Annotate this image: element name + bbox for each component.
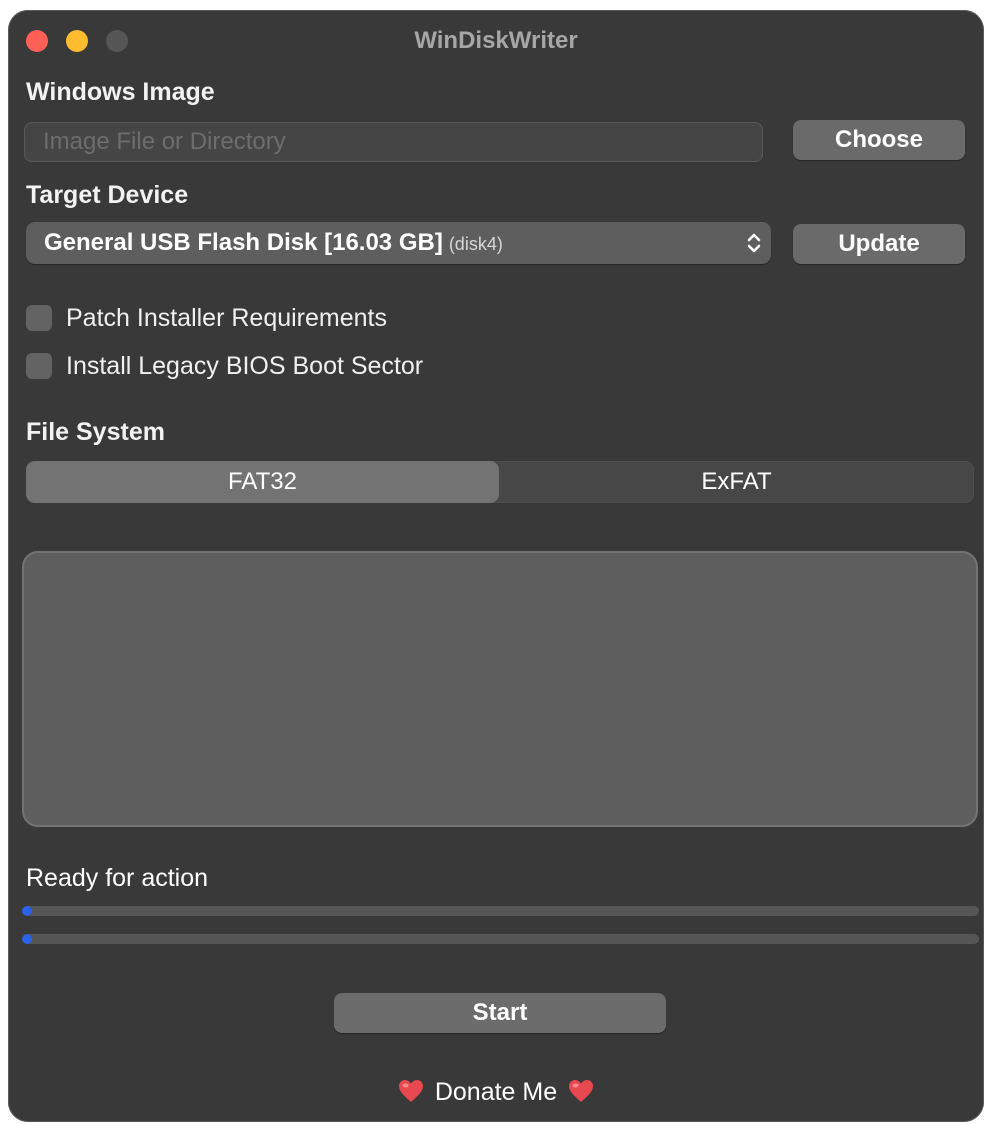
selected-device-id: (disk4) xyxy=(448,234,503,254)
status-label: Ready for action xyxy=(26,864,209,892)
start-button[interactable]: Start xyxy=(334,993,666,1033)
windows-image-label: Windows Image xyxy=(26,78,215,106)
heart-icon xyxy=(569,1080,594,1102)
selected-device-name: General USB Flash Disk [16.03 GB] xyxy=(44,229,443,256)
donate-link[interactable]: Donate Me xyxy=(8,1078,984,1107)
window-title: WinDiskWriter xyxy=(414,27,578,54)
log-text-area[interactable] xyxy=(22,551,978,827)
choose-button[interactable]: Choose xyxy=(793,120,965,160)
legacy-bios-checkbox[interactable] xyxy=(26,353,52,379)
segment-fat32[interactable]: FAT32 xyxy=(26,461,499,503)
file-system-label: File System xyxy=(26,418,165,446)
progress-bar-primary xyxy=(22,906,979,916)
update-button[interactable]: Update xyxy=(793,224,965,264)
app-window: WinDiskWriter Windows Image Image File o… xyxy=(8,10,984,1122)
progress-fill-primary xyxy=(22,906,32,916)
legacy-bios-label: Install Legacy BIOS Boot Sector xyxy=(66,352,424,380)
image-path-placeholder: Image File or Directory xyxy=(43,128,286,155)
target-device-label: Target Device xyxy=(26,181,189,209)
donate-label: Donate Me xyxy=(434,1078,558,1106)
heart-icon xyxy=(398,1080,423,1102)
chevron-up-down-icon xyxy=(747,233,761,253)
progress-bar-secondary xyxy=(22,934,979,944)
progress-fill-secondary xyxy=(22,934,32,944)
segment-exfat[interactable]: ExFAT xyxy=(499,461,974,503)
patch-installer-checkbox[interactable] xyxy=(26,305,52,331)
file-system-segmented-control: FAT32 ExFAT xyxy=(26,461,974,503)
target-device-select[interactable]: General USB Flash Disk [16.03 GB] (disk4) xyxy=(26,222,771,264)
image-path-input[interactable]: Image File or Directory xyxy=(24,122,763,162)
patch-installer-label: Patch Installer Requirements xyxy=(66,304,387,332)
